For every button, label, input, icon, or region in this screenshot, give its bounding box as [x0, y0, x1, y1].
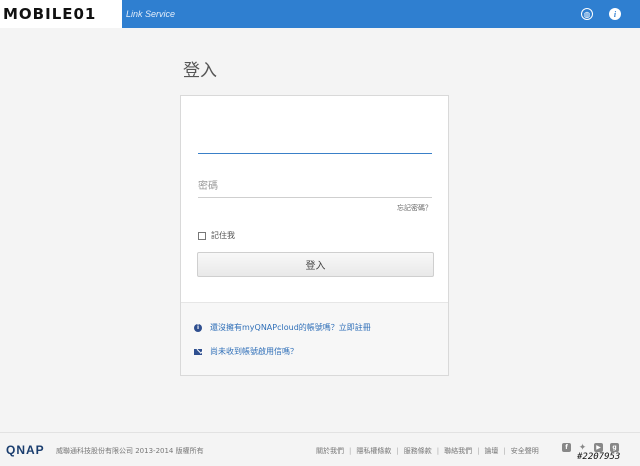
googleplus-icon[interactable]: g	[610, 443, 619, 452]
top-bar: MOBILE01 Link Service ◍ i	[0, 0, 640, 28]
footer-separator: |	[396, 447, 399, 455]
info-icon[interactable]: i	[609, 8, 621, 20]
forgot-password-link[interactable]: 忘記密碼？	[397, 203, 432, 213]
register-row[interactable]: i 還沒擁有myQNAPcloud的帳號嗎？立即註冊	[194, 322, 371, 333]
login-card: 忘記密碼？ 記住我 登入 i 還沒擁有myQNAPcloud的帳號嗎？立即註冊 …	[180, 95, 449, 376]
help-section	[181, 302, 448, 375]
watermark-id: #2207953	[577, 452, 621, 462]
logo-text: MOBILE01	[3, 5, 97, 23]
footer-link-forum[interactable]: 論壇	[484, 446, 498, 456]
login-button[interactable]: 登入	[197, 252, 434, 277]
copyright: 威聯通科技股份有限公司 2013-2014 版權所有	[56, 447, 204, 455]
info-circle-icon: i	[194, 323, 202, 332]
facebook-icon[interactable]: f	[562, 443, 571, 452]
remember-checkbox[interactable]	[198, 231, 206, 240]
youtube-icon[interactable]: ▶	[594, 443, 603, 452]
register-link[interactable]: 還沒擁有myQNAPcloud的帳號嗎？立即註冊	[210, 322, 371, 333]
envelope-icon	[194, 348, 202, 356]
account-input[interactable]	[198, 134, 432, 154]
password-input[interactable]	[198, 176, 432, 198]
activation-link[interactable]: 尚未收到帳號啟用信嗎？	[210, 346, 298, 357]
footer-separator: |	[477, 447, 480, 455]
remember-label: 記住我	[211, 231, 235, 240]
footer-link-about[interactable]: 關於我們	[316, 446, 344, 456]
site-logo: MOBILE01	[0, 0, 122, 28]
footer-link-contact[interactable]: 聯絡我們	[444, 446, 472, 456]
footer-separator: |	[436, 447, 440, 455]
globe-icon[interactable]: ◍	[581, 8, 593, 20]
footer-separator: |	[349, 447, 352, 455]
activation-row[interactable]: 尚未收到帳號啟用信嗎？	[194, 346, 298, 357]
footer-logo: QNAP	[6, 443, 45, 457]
twitter-icon[interactable]: ✦	[578, 443, 587, 453]
footer-link-privacy[interactable]: 隱私權條款	[356, 446, 391, 456]
footer-links: 關於我們 | 隱私權條款 | 服務條款 | 聯絡我們 | 論壇 | 安全聲明	[316, 446, 539, 456]
remember-me[interactable]: 記住我	[198, 230, 235, 241]
service-title: Link Service	[126, 9, 176, 19]
footer-divider	[0, 432, 640, 433]
footer-link-security[interactable]: 安全聲明	[511, 446, 539, 456]
footer-separator: |	[503, 447, 506, 455]
page-title: 登入	[183, 61, 217, 81]
footer-link-terms[interactable]: 服務條款	[404, 446, 432, 456]
